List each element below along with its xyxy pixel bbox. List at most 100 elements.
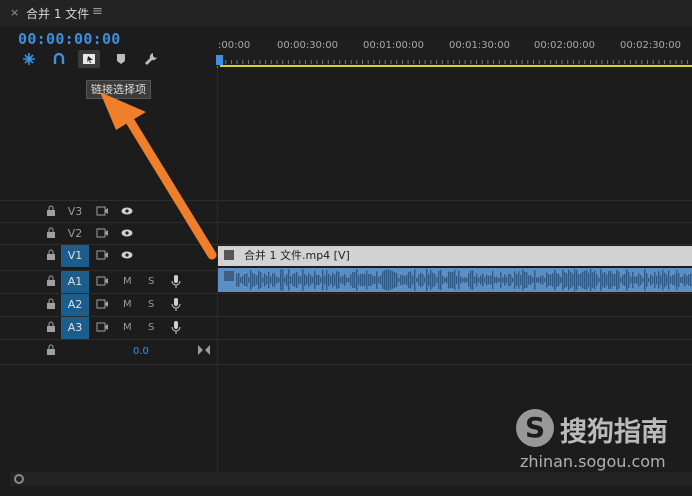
waveform-bar bbox=[378, 276, 380, 284]
waveform-bar bbox=[348, 277, 350, 283]
track-a2[interactable]: A2 M S bbox=[0, 293, 692, 316]
eye-icon[interactable] bbox=[121, 227, 133, 239]
lock-icon[interactable] bbox=[46, 298, 56, 310]
sync-lock-icon[interactable] bbox=[96, 205, 108, 217]
waveform-bar bbox=[508, 273, 510, 287]
waveform-bar bbox=[582, 271, 584, 289]
sync-lock-icon[interactable] bbox=[96, 227, 108, 239]
track-target-v3[interactable]: V3 bbox=[61, 201, 89, 223]
waveform-bar bbox=[446, 276, 448, 284]
waveform-bar bbox=[266, 275, 268, 285]
mute-button[interactable]: M bbox=[123, 299, 132, 310]
lock-icon[interactable] bbox=[46, 227, 56, 239]
waveform-bar bbox=[450, 271, 452, 289]
video-clip[interactable]: 合并 1 文件.mp4 [V] bbox=[218, 246, 692, 266]
track-target-a2[interactable]: A2 bbox=[61, 294, 89, 316]
waveform-bar bbox=[440, 269, 442, 291]
microphone-icon[interactable] bbox=[171, 321, 181, 334]
waveform-bar bbox=[314, 271, 316, 289]
lock-icon[interactable] bbox=[46, 344, 56, 356]
waveform-bar bbox=[408, 271, 410, 289]
panel-menu-button[interactable]: ≡ bbox=[92, 4, 103, 19]
solo-button[interactable]: S bbox=[148, 322, 154, 333]
waveform-bar bbox=[616, 270, 618, 290]
waveform-bar bbox=[578, 274, 580, 286]
waveform-bar bbox=[288, 269, 290, 291]
waveform-bar bbox=[376, 271, 378, 289]
sequence-tab-title[interactable]: 合并 1 文件 bbox=[26, 5, 89, 22]
eye-icon[interactable] bbox=[121, 249, 133, 261]
timeline-settings-button[interactable] bbox=[140, 50, 162, 68]
linked-selection-button[interactable] bbox=[78, 50, 100, 68]
waveform-bar bbox=[574, 269, 576, 291]
mute-button[interactable]: M bbox=[123, 322, 132, 333]
lock-icon[interactable] bbox=[46, 321, 56, 333]
waveform-bar bbox=[536, 277, 538, 283]
waveform-bar bbox=[516, 273, 518, 287]
mute-button[interactable]: M bbox=[123, 276, 132, 287]
waveform-bar bbox=[374, 275, 376, 285]
waveform-bar bbox=[554, 269, 556, 291]
sync-lock-icon[interactable] bbox=[96, 249, 108, 261]
waveform-bar bbox=[676, 269, 678, 291]
playhead-timecode[interactable]: 00:00:00:00 bbox=[18, 30, 121, 48]
audio-clip[interactable] bbox=[218, 268, 692, 292]
waveform-bar bbox=[470, 270, 472, 290]
waveform-bar bbox=[388, 269, 390, 291]
waveform-bar bbox=[642, 277, 644, 283]
track-target-a3[interactable]: A3 bbox=[61, 317, 89, 339]
go-to-out-icon[interactable] bbox=[198, 345, 210, 355]
time-ruler[interactable]: :00:00 00:00:30:00 00:01:00:00 00:01:30:… bbox=[218, 40, 692, 68]
track-v3[interactable]: V3 bbox=[0, 200, 692, 223]
ripple-magnet-button[interactable] bbox=[48, 50, 70, 68]
solo-button[interactable]: S bbox=[148, 299, 154, 310]
waveform-bar bbox=[304, 273, 306, 287]
eye-icon[interactable] bbox=[121, 205, 133, 217]
microphone-icon[interactable] bbox=[171, 298, 181, 311]
waveform-bar bbox=[500, 272, 502, 288]
sync-lock-icon[interactable] bbox=[96, 298, 108, 310]
sync-lock-icon[interactable] bbox=[96, 275, 108, 287]
scrollbar-handle[interactable] bbox=[14, 474, 24, 484]
sync-lock-icon[interactable] bbox=[96, 321, 108, 333]
snap-button[interactable] bbox=[18, 50, 40, 68]
lock-icon[interactable] bbox=[46, 275, 56, 287]
waveform-bar bbox=[630, 276, 632, 284]
solo-button[interactable]: S bbox=[148, 276, 154, 287]
track-target-a1[interactable]: A1 bbox=[61, 271, 89, 293]
waveform-bar bbox=[570, 271, 572, 289]
microphone-icon[interactable] bbox=[171, 275, 181, 288]
waveform-bar bbox=[532, 277, 534, 283]
waveform-bar bbox=[338, 272, 340, 288]
close-tab-button[interactable]: × bbox=[10, 6, 19, 19]
waveform-bar bbox=[426, 269, 428, 291]
waveform-bar bbox=[460, 276, 462, 284]
lock-icon[interactable] bbox=[46, 205, 56, 217]
waveform-bar bbox=[342, 275, 344, 285]
lock-icon[interactable] bbox=[46, 249, 56, 261]
horizontal-zoom-scrollbar[interactable] bbox=[10, 472, 692, 486]
waveform-bar bbox=[620, 277, 622, 283]
waveform-bar bbox=[344, 273, 346, 287]
waveform-bar bbox=[646, 273, 648, 287]
waveform-bar bbox=[608, 271, 610, 289]
waveform-bar bbox=[436, 276, 438, 284]
playhead-handle[interactable] bbox=[216, 55, 223, 65]
track-target-v2[interactable]: V2 bbox=[61, 223, 89, 245]
track-target-v1[interactable]: V1 bbox=[61, 245, 89, 267]
track-master[interactable]: 0.0 bbox=[0, 339, 692, 365]
waveform-bar bbox=[558, 274, 560, 286]
track-v2[interactable]: V2 bbox=[0, 222, 692, 245]
waveform-bar bbox=[264, 273, 266, 287]
waveform-bar bbox=[380, 275, 382, 285]
waveform-bar bbox=[366, 270, 368, 290]
waveform-bar bbox=[272, 272, 274, 288]
waveform-bar bbox=[412, 275, 414, 285]
add-marker-button[interactable] bbox=[110, 50, 132, 68]
master-volume-value[interactable]: 0.0 bbox=[133, 346, 149, 357]
track-a3[interactable]: A3 M S bbox=[0, 316, 692, 339]
waveform-bar bbox=[496, 276, 498, 284]
waveform-bar bbox=[236, 273, 238, 287]
work-area-bar[interactable] bbox=[220, 65, 692, 67]
waveform-bar bbox=[680, 277, 682, 283]
